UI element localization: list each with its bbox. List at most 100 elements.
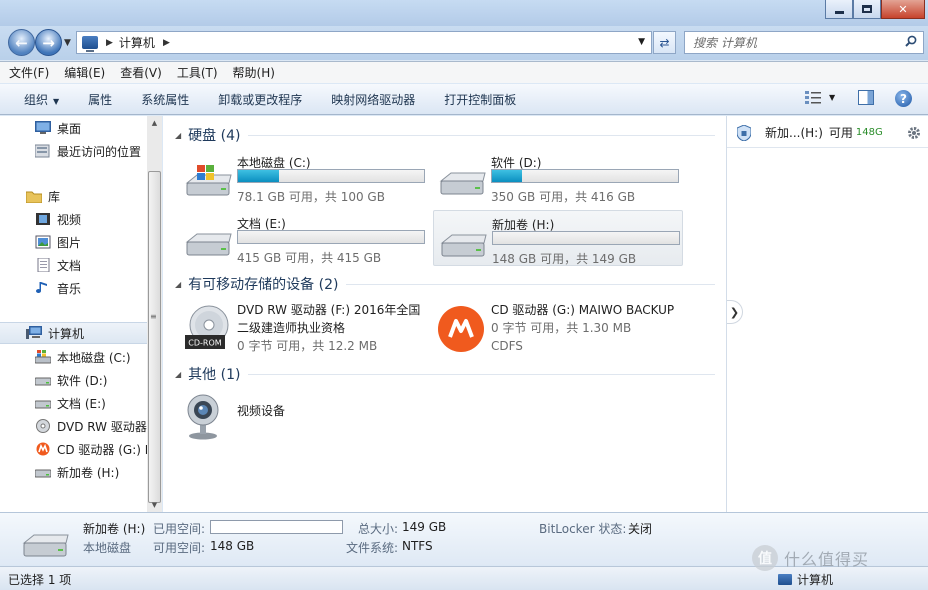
refresh-icon: ⇄	[659, 35, 670, 50]
search-icon[interactable]	[905, 35, 917, 47]
maximize-button[interactable]	[853, 0, 881, 19]
sidebar-item-libraries[interactable]: 库	[0, 185, 148, 207]
gear-icon[interactable]	[907, 126, 921, 140]
details-bitlocker-value: 关闭	[628, 522, 653, 536]
arrow-left-icon: ←	[15, 33, 28, 52]
help-icon[interactable]: ?	[895, 90, 912, 107]
device-tile-dvd[interactable]: CD-ROM DVD RW 驱动器 (F:) 2016年全国二级建造师执业资格 …	[179, 301, 439, 361]
search-input[interactable]: 搜索 计算机	[693, 34, 757, 51]
organize-button[interactable]: 组织 ▼	[24, 91, 59, 108]
close-icon: ✕	[898, 2, 908, 16]
view-options-dropdown[interactable]: ▼	[829, 93, 835, 102]
drive-icon	[35, 400, 51, 409]
expand-pane-arrow-icon[interactable]: ❯	[727, 300, 743, 324]
sidebar-item-new-volume-h[interactable]: 新加卷 (H:)	[0, 461, 148, 483]
sidebar-item-recent-places[interactable]: 最近访问的位置	[0, 140, 148, 162]
minimize-icon	[834, 10, 844, 14]
sidebar-item-dvd-drive[interactable]: DVD RW 驱动器	[0, 415, 148, 437]
recent-places-icon	[35, 144, 50, 158]
scroll-thumb[interactable]	[148, 171, 161, 503]
collapse-triangle-icon[interactable]: ◢	[175, 370, 181, 379]
open-control-panel-button[interactable]: 打开控制面板	[444, 91, 516, 108]
sidebar-item-label: 本地磁盘 (C:)	[57, 350, 131, 365]
scroll-down-arrow-icon[interactable]: ▼	[147, 498, 162, 512]
drive-free-space: 415 GB 可用，共 415 GB	[237, 251, 382, 265]
preview-pane-icon[interactable]	[858, 90, 874, 105]
sidebar-item-computer[interactable]: 计算机	[0, 322, 148, 344]
map-network-drive-button[interactable]: 映射网络驱动器	[331, 91, 415, 108]
collapse-triangle-icon[interactable]: ◢	[175, 280, 181, 289]
details-total-value: 149 GB	[402, 520, 447, 534]
drive-icon	[35, 377, 51, 386]
group-header-hard-disks[interactable]: ◢ 硬盘 (4)	[175, 125, 715, 145]
menu-edit[interactable]: 编辑(E)	[64, 64, 105, 81]
recent-pages-dropdown[interactable]: ▼	[64, 38, 71, 48]
device-tile-webcam[interactable]: 视频设备	[179, 388, 439, 448]
properties-button[interactable]: 属性	[88, 91, 112, 108]
breadcrumb-computer[interactable]: 计算机	[119, 34, 155, 51]
search-box[interactable]: 搜索 计算机	[684, 31, 924, 54]
windows-drive-icon	[35, 350, 51, 364]
group-header-other[interactable]: ◢ 其他 (1)	[175, 364, 715, 384]
group-header-removable[interactable]: ◢ 有可移动存储的设备 (2)	[175, 274, 715, 294]
collapse-triangle-icon[interactable]: ◢	[175, 131, 181, 140]
video-library-icon	[36, 213, 50, 225]
svg-text:CD-ROM: CD-ROM	[188, 339, 221, 348]
dvd-drive-icon	[36, 419, 50, 433]
command-bar: 组织 ▼ 属性 系统属性 卸载或更改程序 映射网络驱动器 打开控制面板 ▼ ?	[0, 84, 928, 115]
minimize-button[interactable]	[825, 0, 853, 19]
pictures-library-icon	[35, 235, 51, 249]
sidebar-item-local-disk-c[interactable]: 本地磁盘 (C:)	[0, 346, 148, 368]
sidebar-item-cd-drive-g[interactable]: CD 驱动器 (G:) M	[0, 438, 148, 460]
sidebar-item-videos[interactable]: 视频	[0, 208, 148, 230]
cd-rom-icon: CD-ROM	[185, 305, 229, 349]
breadcrumb-chevron-icon[interactable]: ▶	[163, 38, 170, 48]
system-properties-button[interactable]: 系统属性	[141, 91, 189, 108]
sidebar-item-desktop[interactable]: 桌面	[0, 117, 148, 139]
address-bar[interactable]: ▶ 计算机 ▶ ▼	[76, 31, 652, 54]
address-dropdown[interactable]: ▼	[638, 37, 645, 47]
sidebar-item-documents[interactable]: 文档	[0, 254, 148, 276]
back-button[interactable]: ←	[8, 29, 35, 56]
drive-icon	[35, 469, 51, 478]
nav-scrollbar[interactable]: ▲ ≡ ▼	[147, 116, 162, 512]
drive-tile-h[interactable]: 新加卷 (H:) 148 GB 可用，共 149 GB	[433, 210, 683, 266]
menu-help[interactable]: 帮助(H)	[233, 64, 275, 81]
forward-button[interactable]: →	[35, 29, 62, 56]
drive-free-space: 78.1 GB 可用，共 100 GB	[237, 190, 385, 204]
scroll-up-arrow-icon[interactable]: ▲	[147, 116, 162, 130]
details-name: 新加卷 (H:)	[83, 522, 146, 536]
sidebar-item-pictures[interactable]: 图片	[0, 231, 148, 253]
refresh-button[interactable]: ⇄	[653, 31, 676, 54]
documents-library-icon	[37, 258, 50, 272]
menu-file[interactable]: 文件(F)	[9, 64, 49, 81]
change-view-icon[interactable]	[804, 90, 822, 106]
menu-tools[interactable]: 工具(T)	[177, 64, 218, 81]
sidebar-item-drive-e[interactable]: 文档 (E:)	[0, 392, 148, 414]
drive-tile-d[interactable]: 软件 (D:) 350 GB 可用，共 416 GB	[433, 149, 683, 205]
device-name: 视频设备	[237, 404, 286, 418]
sidebar-item-music[interactable]: 音乐	[0, 277, 148, 299]
close-button[interactable]: ✕	[881, 0, 925, 19]
sidebar-item-label: 图片	[57, 235, 82, 250]
drive-tile-e[interactable]: 文档 (E:) 415 GB 可用，共 415 GB	[179, 210, 429, 266]
drive-usage-bar	[237, 230, 425, 244]
chevron-down-icon: ▼	[53, 96, 60, 106]
menu-view[interactable]: 查看(V)	[120, 64, 162, 81]
preview-drive-name: 新加...(H:)	[765, 126, 823, 140]
group-title: 硬盘 (4)	[188, 128, 241, 144]
device-tile-maiwo-cd[interactable]: CD 驱动器 (G:) MAIWO BACKUP 0 字节 可用，共 1.30 …	[433, 301, 693, 361]
preview-free-value: 148G	[855, 127, 883, 138]
computer-icon	[26, 326, 42, 339]
sidebar-item-drive-d[interactable]: 软件 (D:)	[0, 369, 148, 391]
status-location-label: 计算机	[797, 573, 834, 587]
uninstall-program-button[interactable]: 卸载或更改程序	[218, 91, 302, 108]
watermark-logo: 值	[752, 545, 778, 571]
details-free-value: 148 GB	[210, 539, 255, 553]
computer-icon	[82, 36, 98, 52]
group-divider	[248, 373, 715, 375]
breadcrumb-chevron-icon[interactable]: ▶	[106, 38, 113, 48]
drive-tile-c[interactable]: 本地磁盘 (C:) 78.1 GB 可用，共 100 GB	[179, 149, 429, 205]
group-divider	[248, 134, 715, 136]
desktop-icon	[35, 121, 51, 134]
